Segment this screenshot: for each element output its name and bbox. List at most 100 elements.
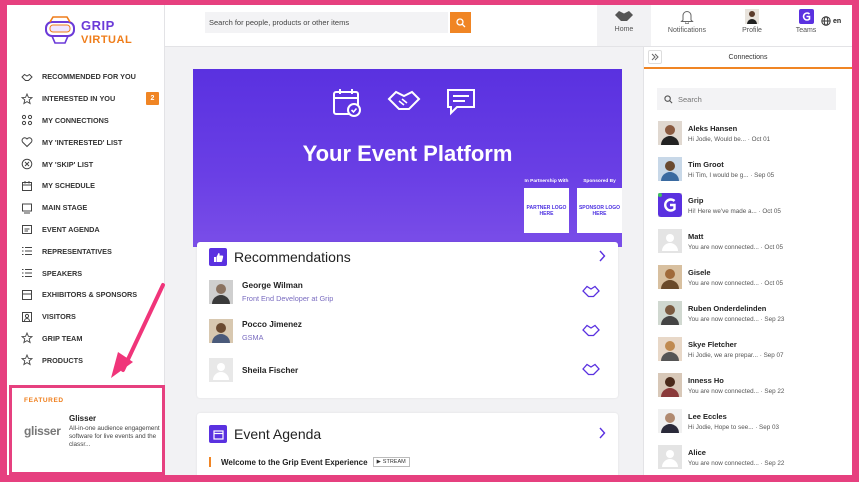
sidebar-item-grip-team[interactable]: GRIP TEAM: [21, 328, 161, 350]
sidebar-item-label: MY 'SKIP' LIST: [42, 159, 94, 169]
calendar-icon: [209, 425, 227, 443]
featured-name: Glisser: [69, 414, 97, 423]
sidebar-item-label: MAIN STAGE: [42, 203, 88, 213]
agenda-item-title: Welcome to the Grip Event Experience: [221, 457, 368, 467]
sponsor-label: Sponsored By: [583, 179, 616, 184]
connection-message: Hi Jodie, Hope to see... · Sep 03: [688, 423, 780, 431]
connect-handshake-icon[interactable]: [582, 283, 600, 299]
sidebar: GRIP VIRTUAL RECOMMENDED FOR YOU INTERES…: [7, 5, 165, 475]
sponsor-logo-box[interactable]: SPONSOR LOGO HERE: [577, 188, 622, 233]
sidebar-item-interested-in-you[interactable]: INTERESTED IN YOU 2: [21, 88, 161, 110]
sidebar-item-event-agenda[interactable]: EVENT AGENDA: [21, 219, 161, 241]
connection-item[interactable]: Alice You are now connected... · Sep 22: [658, 439, 848, 475]
partner-logo-box[interactable]: PARTNER LOGO HERE: [524, 188, 569, 233]
connection-name: Grip: [688, 195, 704, 205]
sidebar-item-representatives[interactable]: REPRESENTATIVES: [21, 240, 161, 262]
avatar-placeholder: [209, 357, 233, 382]
language-selector[interactable]: en: [821, 16, 841, 26]
app-frame: GRIP VIRTUAL RECOMMENDED FOR YOU INTERES…: [7, 5, 852, 475]
avatar: [658, 265, 682, 289]
recommendations-header[interactable]: Recommendations: [197, 242, 618, 272]
connection-item[interactable]: Aleks Hansen Hi Jodie, Would be... · Oct …: [658, 115, 848, 151]
sidebar-item-speakers[interactable]: SPEAKERS: [21, 262, 161, 284]
connection-name: Lee Eccles: [688, 411, 727, 421]
search-icon: [455, 17, 465, 27]
connect-handshake-icon[interactable]: [582, 361, 600, 377]
avatar: [658, 121, 682, 145]
chevron-right-icon[interactable]: [598, 250, 606, 262]
connection-item[interactable]: Tim Groot Hi Tim, I would be g... · Sep 0…: [658, 151, 848, 187]
chevron-right-icon[interactable]: [598, 427, 606, 439]
connection-message: Hi Tim, I would be g... · Sep 05: [688, 171, 775, 179]
featured-sponsor-card[interactable]: FEATURED glisser Glisser All-in-one audi…: [9, 385, 165, 475]
avatar: [658, 301, 682, 325]
sidebar-item-main-stage[interactable]: MAIN STAGE: [21, 197, 161, 219]
recommendation-row[interactable]: Sheila Fischer: [197, 350, 618, 389]
connections-search-input[interactable]: [678, 94, 828, 104]
grip-virtual-logo[interactable]: GRIP VIRTUAL: [43, 13, 153, 53]
connection-name: Matt: [688, 231, 704, 241]
nav-notifications[interactable]: Notifications: [660, 5, 714, 46]
recommendation-row[interactable]: George Wilman Front End Developer at Grip: [197, 272, 618, 311]
avatar-placeholder: [658, 445, 682, 469]
featured-title: FEATURED: [24, 397, 64, 404]
connections-search[interactable]: [657, 88, 836, 110]
connection-item[interactable]: Inness Ho You are now connected... · Sep …: [658, 367, 848, 403]
connection-message: You are now connected... · Sep 22: [688, 459, 785, 467]
sidebar-item-label: EVENT AGENDA: [42, 224, 100, 234]
avatar: [209, 279, 233, 304]
glisser-logo: glisser: [24, 424, 61, 438]
nav-profile[interactable]: Profile: [725, 5, 779, 46]
bell-icon: [680, 11, 694, 24]
connect-handshake-icon[interactable]: [582, 322, 600, 338]
stream-tag: ▶ STREAM: [372, 457, 410, 467]
sidebar-item-label: PRODUCTS: [42, 355, 83, 365]
globe-icon: [821, 16, 831, 26]
chat-icon: [447, 89, 475, 116]
vr-headset-icon: [45, 16, 75, 44]
agenda-header[interactable]: Event Agenda: [197, 413, 618, 455]
sidebar-item-label: MY CONNECTIONS: [42, 115, 109, 125]
connection-item[interactable]: Grip Hi! Here we've made a... · Oct 05: [658, 187, 848, 223]
language-label: en: [833, 17, 842, 25]
recommendation-row[interactable]: Pocco Jimenez GSMA: [197, 311, 618, 350]
recommendations-card: Recommendations George Wilman Front End D…: [197, 242, 618, 398]
connections-icon: [21, 114, 33, 126]
nav-home[interactable]: Home: [597, 5, 651, 46]
connection-message: Hi Jodie, Would be... · Oct 01: [688, 135, 771, 143]
sidebar-item-visitors[interactable]: VISITORS: [21, 306, 161, 328]
recommendation-name: Pocco Jimenez: [242, 319, 302, 329]
connection-name: Gisele: [688, 267, 711, 277]
avatar: [658, 337, 682, 361]
handshake-icon: [21, 71, 33, 83]
nav-home-label: Home: [614, 26, 634, 33]
agenda-title: Event Agenda: [234, 426, 322, 442]
connection-item[interactable]: Ruben Onderdelinden You are now connected…: [658, 295, 848, 331]
sidebar-item-label: GRIP TEAM: [42, 333, 83, 343]
connection-item[interactable]: Gisele You are now connected... · Oct 05: [658, 259, 848, 295]
collapse-panel-button[interactable]: [648, 50, 662, 64]
agenda-item[interactable]: Welcome to the Grip Event Experience ▶ ST…: [209, 457, 410, 467]
stage-icon: [21, 202, 33, 214]
connection-item[interactable]: Lee Eccles Hi Jodie, Hope to see... · Sep…: [658, 403, 848, 439]
avatar: [209, 318, 233, 343]
sidebar-item-products[interactable]: PRODUCTS: [21, 349, 161, 371]
sidebar-item-recommended[interactable]: RECOMMENDED FOR YOU: [21, 66, 161, 88]
top-bar: Home Notifications Profile Teams en: [165, 5, 852, 47]
search-button[interactable]: [450, 12, 471, 33]
connection-item[interactable]: Skye Fletcher Hi Jodie, we are prepar... …: [658, 331, 848, 367]
avatar: [658, 157, 682, 181]
sidebar-item-my-connections[interactable]: MY CONNECTIONS: [21, 110, 161, 132]
avatar-placeholder: [658, 229, 682, 253]
sponsor-block: Sponsored By SPONSOR LOGO HERE: [576, 179, 623, 233]
sidebar-item-skip-list[interactable]: MY 'SKIP' LIST: [21, 153, 161, 175]
sidebar-item-my-schedule[interactable]: MY SCHEDULE: [21, 175, 161, 197]
connection-item[interactable]: Matt You are now connected... · Oct 05: [658, 223, 848, 259]
visitors-icon: [21, 311, 33, 323]
avatar: [658, 373, 682, 397]
search-input[interactable]: [205, 12, 448, 33]
sidebar-item-label: VISITORS: [42, 312, 76, 322]
sidebar-item-interested-list[interactable]: MY 'INTERESTED' LIST: [21, 131, 161, 153]
sidebar-item-exhibitors[interactable]: EXHIBITORS & SPONSORS: [21, 284, 161, 306]
connections-title: Connections: [728, 53, 768, 61]
